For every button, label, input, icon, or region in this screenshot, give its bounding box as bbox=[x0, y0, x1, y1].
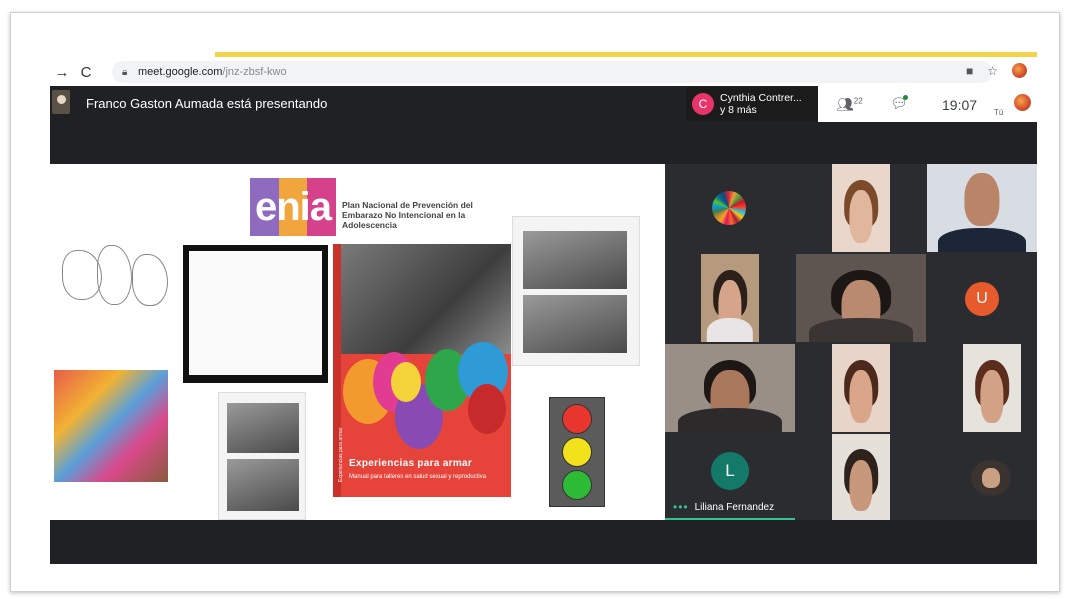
sketch-illustration bbox=[52, 240, 176, 322]
document-photos-right bbox=[512, 216, 640, 366]
participant-tile[interactable] bbox=[665, 164, 795, 252]
meeting-clock: 19:07 bbox=[942, 97, 978, 113]
participant-grid: U L ••• Liliana Fernandez bbox=[665, 164, 1037, 520]
address-bar[interactable]: 🔒︎ meet.google.com /jnz-zbsf-kwo bbox=[112, 61, 992, 83]
avatar: L bbox=[711, 452, 749, 490]
shared-slide: enia Plan Nacional de Prevención del Emb… bbox=[50, 164, 665, 520]
meet-controls-panel: 👥︎22 💬︎ 19:07 Tú bbox=[818, 86, 1037, 122]
meet-bottom-bar bbox=[50, 520, 1037, 564]
booklet-cover: Experiencias para armar Experiencias par… bbox=[333, 244, 511, 497]
participant-tile[interactable] bbox=[796, 254, 926, 342]
photo bbox=[227, 403, 299, 453]
meet-top-bar: Franco Gaston Aumada está presentando C … bbox=[50, 86, 1037, 122]
presenter-thumbnail bbox=[52, 90, 70, 114]
presenting-label: Franco Gaston Aumada está presentando bbox=[86, 96, 328, 111]
self-avatar[interactable] bbox=[1014, 94, 1031, 111]
booklet-photo bbox=[341, 244, 511, 354]
plan-title: Plan Nacional de Prevención del Embarazo… bbox=[342, 200, 473, 230]
participant-tile[interactable] bbox=[832, 164, 890, 252]
browser-actions: ■ ☆ bbox=[966, 63, 1027, 78]
participant-tile[interactable] bbox=[927, 164, 1037, 252]
sdg-logo-icon bbox=[712, 191, 746, 225]
participant-tile[interactable]: U bbox=[927, 254, 1037, 342]
booklet-spine-text: Experiencias para armar bbox=[338, 427, 344, 482]
camera-icon[interactable]: ■ bbox=[966, 64, 973, 78]
booklet-title: Experiencias para armar bbox=[349, 458, 473, 469]
document-photos-left bbox=[218, 392, 306, 520]
photo bbox=[227, 459, 299, 511]
participant-name-bar: ••• Liliana Fernandez bbox=[665, 500, 774, 514]
profile-avatar-icon[interactable] bbox=[1012, 63, 1027, 78]
self-label: Tú bbox=[994, 108, 1004, 117]
participant-name: Liliana Fernandez bbox=[694, 501, 775, 513]
participant-tile[interactable] bbox=[832, 434, 890, 520]
reload-icon[interactable]: C bbox=[74, 64, 98, 81]
logo-text: enia bbox=[254, 184, 332, 229]
people-icon: 👥︎ bbox=[836, 96, 854, 112]
booklet-spine: Experiencias para armar bbox=[333, 244, 344, 497]
chat-notification-dot bbox=[903, 95, 908, 100]
comic-illustration bbox=[183, 245, 328, 383]
yellow-light bbox=[562, 436, 592, 467]
lock-icon: 🔒︎ bbox=[122, 66, 128, 78]
url-host: meet.google.com bbox=[138, 66, 223, 78]
participant-tile[interactable] bbox=[832, 344, 890, 432]
star-icon[interactable]: ☆ bbox=[987, 64, 998, 78]
participant-tile[interactable] bbox=[971, 460, 1011, 496]
avatar: U bbox=[965, 282, 999, 316]
browser-toolbar: → C 🔒︎ meet.google.com /jnz-zbsf-kwo ■ ☆ bbox=[50, 60, 1037, 84]
pinned-participant[interactable]: C Cynthia Contrer... y 8 más bbox=[686, 87, 818, 121]
enia-logo: enia bbox=[250, 178, 336, 236]
avatar: C bbox=[692, 93, 714, 115]
participant-tile[interactable] bbox=[665, 344, 795, 432]
traffic-light bbox=[549, 397, 605, 507]
participant-tile[interactable] bbox=[963, 344, 1021, 432]
blob-red bbox=[468, 384, 506, 434]
red-light bbox=[562, 403, 592, 434]
people-button[interactable]: 👥︎22 bbox=[836, 96, 863, 113]
colorful-activity-photo bbox=[54, 370, 168, 482]
participant-tile-speaking[interactable]: L ••• Liliana Fernandez bbox=[665, 434, 795, 520]
participant-tile[interactable] bbox=[701, 254, 759, 342]
pinned-names: Cynthia Contrer... y 8 más bbox=[720, 92, 802, 116]
speaking-indicator-icon: ••• bbox=[673, 500, 689, 514]
page-load-bar bbox=[215, 52, 1037, 57]
pinned-more: y 8 más bbox=[720, 104, 757, 116]
photo bbox=[523, 295, 627, 353]
photo bbox=[523, 231, 627, 289]
pinned-name: Cynthia Contrer... bbox=[720, 92, 802, 104]
participants-count: 22 bbox=[853, 96, 863, 106]
meet-window: Franco Gaston Aumada está presentando C … bbox=[50, 86, 1037, 564]
url-path: /jnz-zbsf-kwo bbox=[222, 66, 287, 78]
green-light bbox=[562, 470, 592, 501]
booklet-subtitle: Manual para talleres en salud sexual y r… bbox=[349, 474, 487, 480]
blob-yellow bbox=[391, 362, 421, 402]
forward-icon[interactable]: → bbox=[50, 64, 74, 81]
